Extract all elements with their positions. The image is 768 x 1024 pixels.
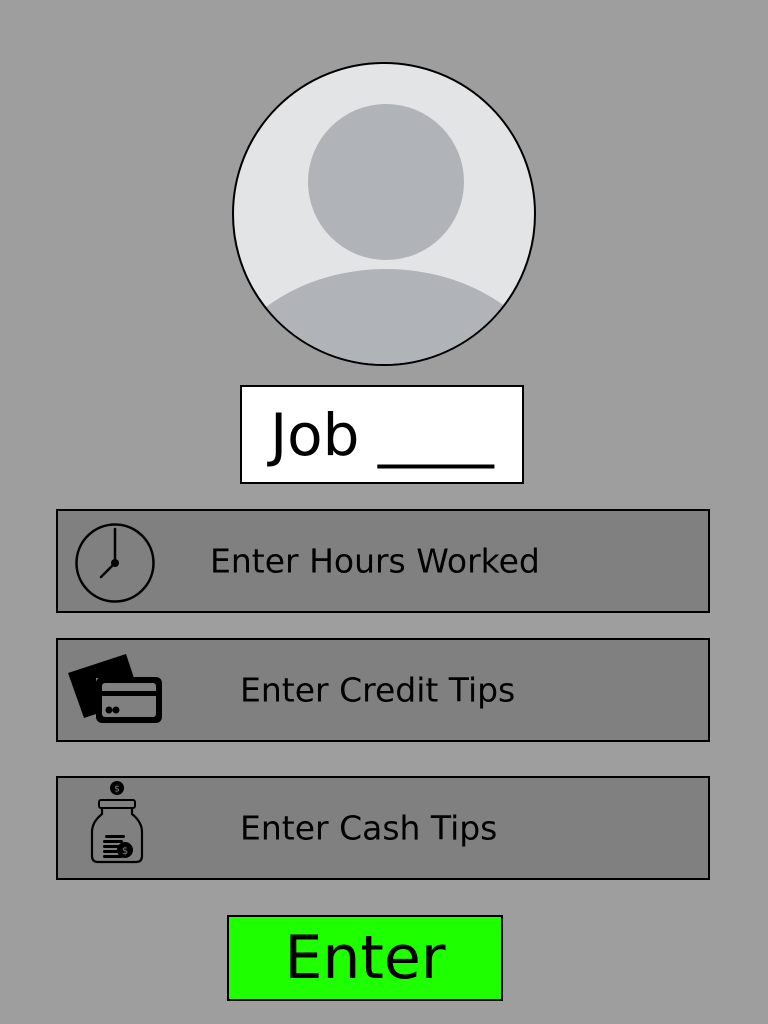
avatar[interactable]: [232, 62, 536, 366]
tip-jar-icon: $ $: [58, 778, 178, 878]
clock-icon: [58, 511, 178, 611]
enter-credit-tips-label: Enter Credit Tips: [240, 670, 516, 710]
enter-button[interactable]: Enter: [227, 915, 503, 1001]
enter-hours-worked-label: Enter Hours Worked: [210, 541, 540, 581]
enter-credit-tips-button[interactable]: Enter Credit Tips: [56, 638, 710, 742]
enter-cash-tips-label: Enter Cash Tips: [240, 808, 498, 848]
svg-text:$: $: [122, 846, 128, 857]
enter-cash-tips-button[interactable]: $ $ Enter Cash Tips: [56, 776, 710, 880]
job-field[interactable]: Job ____: [240, 385, 524, 484]
enter-hours-worked-button[interactable]: Enter Hours Worked: [56, 509, 710, 613]
person-placeholder-icon: [234, 104, 534, 364]
job-label: Job ____: [270, 400, 494, 469]
credit-cards-icon: [58, 640, 178, 740]
enter-button-label: Enter: [284, 923, 446, 993]
svg-text:$: $: [114, 785, 120, 795]
